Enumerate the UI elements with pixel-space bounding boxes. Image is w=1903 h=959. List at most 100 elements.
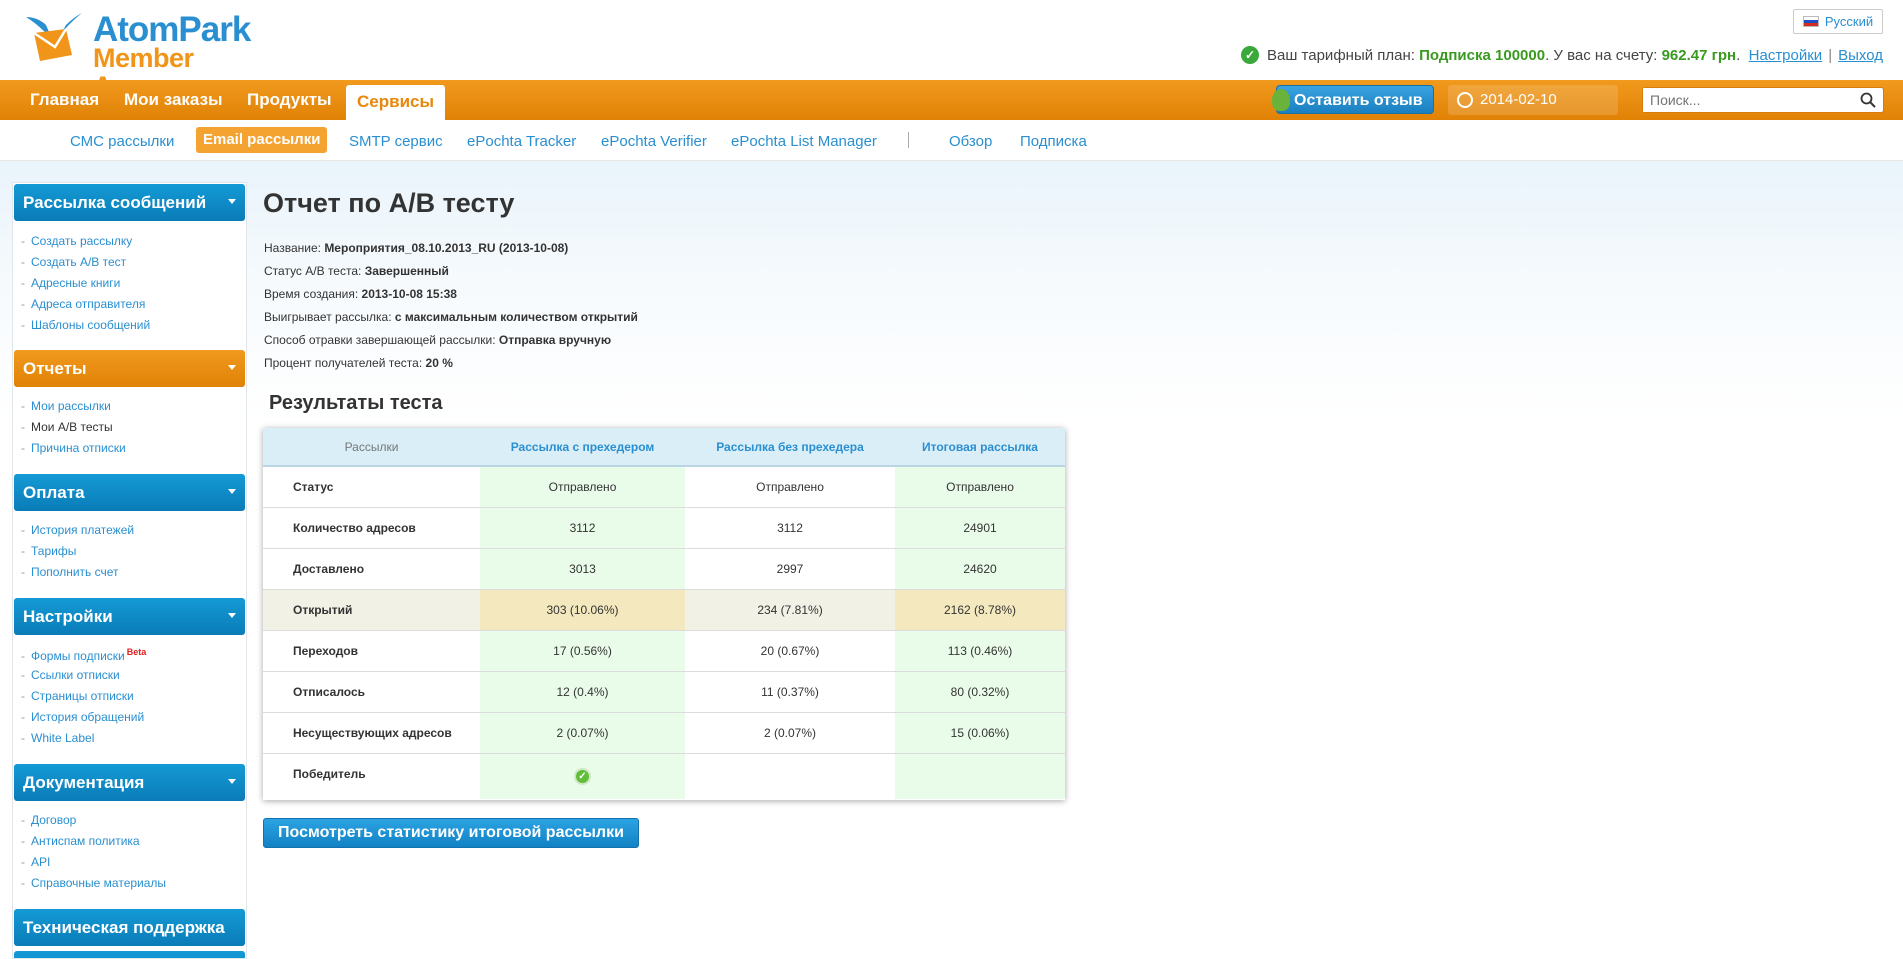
language-selector[interactable]: Русский: [1793, 9, 1883, 34]
table-cell: 303 (10.06%): [480, 589, 685, 631]
sidebar-section-payment[interactable]: Оплата: [14, 474, 245, 511]
sidebar-section-settings[interactable]: Настройки: [14, 598, 245, 635]
nav-item-home[interactable]: Главная: [30, 80, 99, 120]
subnav-email[interactable]: Email рассылки: [196, 127, 328, 153]
row-label: Доставлено: [263, 548, 480, 590]
results-table: Рассылки Рассылка с прехедером Рассылка …: [263, 428, 1065, 800]
sidebar-item-label: Тарифы: [31, 544, 77, 558]
table-cell: 3112: [480, 507, 685, 549]
sidebar-item-label: Мои рассылки: [31, 399, 111, 413]
sidebar-item-unsubscribe-links[interactable]: - Ссылки отписки: [21, 668, 120, 682]
table-row: Доставлено 3013 2997 24620: [263, 548, 1065, 590]
table-cell: 2162 (8.78%): [895, 589, 1065, 631]
chevron-down-icon: [228, 365, 236, 370]
russian-flag-icon: [1802, 16, 1819, 27]
col-header-with-preheader[interactable]: Рассылка с прехедером: [480, 428, 685, 467]
sidebar-item-label: Договор: [31, 813, 77, 827]
sidebar-item-label: API: [31, 855, 51, 869]
sidebar-item-my-mailings[interactable]: - Мои рассылки: [21, 399, 111, 413]
nav-item-services[interactable]: Сервисы: [346, 85, 445, 120]
sidebar-item-top-up[interactable]: - Пополнить счет: [21, 565, 119, 579]
page-title: Отчет по A/B тесту: [263, 188, 515, 218]
subnav-divider: [908, 132, 909, 148]
winner-checkmark-icon: ✓: [574, 767, 591, 785]
balance-prefix: . У вас на счету:: [1545, 46, 1658, 64]
sidebar-item-api[interactable]: - API: [21, 855, 50, 869]
sidebar-item-label: White Label: [31, 731, 95, 745]
col-header-without-preheader[interactable]: Рассылка без прехедера: [685, 428, 895, 467]
subnav-tracker[interactable]: ePochta Tracker: [467, 120, 576, 161]
table-cell: 15 (0.06%): [895, 712, 1065, 754]
sidebar-item-label: Причина отписки: [31, 441, 126, 455]
checkmark-icon: ✓: [1241, 46, 1259, 64]
sidebar-item-label: Пополнить счет: [31, 565, 119, 579]
sidebar-section-mailing[interactable]: Рассылка сообщений: [14, 184, 245, 221]
nav-item-products[interactable]: Продукты: [247, 80, 332, 120]
table-row-highlighted: Открытий 303 (10.06%) 234 (7.81%) 2162 (…: [263, 589, 1065, 631]
table-cell: Отправлено: [685, 466, 895, 508]
subnav-list-manager[interactable]: ePochta List Manager: [731, 120, 877, 161]
table-cell: 2 (0.07%): [480, 712, 685, 754]
sidebar-item-label: История платежей: [31, 523, 135, 537]
table-cell: 24901: [895, 507, 1065, 549]
sidebar-item-request-history[interactable]: - История обращений: [21, 710, 144, 724]
subnav-subscription[interactable]: Подписка: [1020, 120, 1087, 161]
sidebar-item-contract[interactable]: - Договор: [21, 813, 76, 827]
row-label: Количество адресов: [263, 507, 480, 549]
main-nav: Главная Мои заказы Продукты Сервисы Оста…: [0, 80, 1903, 138]
row-label: Статус: [263, 466, 480, 508]
subnav-sms[interactable]: СМС рассылки: [70, 120, 174, 161]
sidebar-item-address-books[interactable]: - Адресные книги: [21, 276, 120, 290]
search-icon[interactable]: [1860, 92, 1876, 108]
leave-review-button[interactable]: Оставить отзыв: [1272, 85, 1434, 114]
logout-link[interactable]: Выход: [1838, 47, 1883, 64]
sidebar-item-label: Адреса отправителя: [31, 297, 146, 311]
sidebar-section-support[interactable]: Техническая поддержка: [14, 909, 245, 946]
results-title: Результаты теста: [269, 392, 443, 414]
table-cell: 80 (0.32%): [895, 671, 1065, 713]
sidebar-item-create-mailing[interactable]: - Создать рассылку: [21, 234, 132, 248]
sidebar-section-documentation[interactable]: Документация: [14, 764, 245, 801]
table-cell: 234 (7.81%): [685, 589, 895, 631]
beta-badge: Beta: [126, 647, 147, 657]
info-test-percent: Процент получателей теста: 20 %: [264, 356, 453, 370]
table-row: Статус Отправлено Отправлено Отправлено: [263, 466, 1065, 508]
sidebar-item-unsubscribe-pages[interactable]: - Страницы отписки: [21, 689, 134, 703]
sidebar-item-tariffs[interactable]: - Тарифы: [21, 544, 76, 558]
sidebar-item-reference[interactable]: - Справочные материалы: [21, 876, 166, 890]
info-send-method: Способ отравки завершающей рассылки: Отп…: [264, 333, 612, 347]
subnav-overview[interactable]: Обзор: [949, 120, 992, 161]
table-row-winner: Победитель ✓: [263, 753, 1065, 799]
sidebar-item-subscribe-forms[interactable]: - Формы подписки Beta: [21, 647, 146, 663]
nav-item-orders[interactable]: Мои заказы: [124, 80, 223, 120]
logo[interactable]: AtomPark Member Area: [22, 9, 252, 100]
sidebar-section-title: Документация: [23, 773, 145, 792]
sidebar-item-antispam[interactable]: - Антиспам политика: [21, 834, 140, 848]
settings-link[interactable]: Настройки: [1749, 47, 1823, 64]
bird-envelope-logo-icon: [26, 13, 82, 61]
search-input[interactable]: [1643, 88, 1848, 112]
chevron-down-icon: [228, 199, 236, 204]
sidebar-item-payment-history[interactable]: - История платежей: [21, 523, 134, 537]
view-final-stats-button[interactable]: Посмотреть статистику итоговой рассылки: [263, 818, 639, 848]
sidebar-item-create-ab-test[interactable]: - Создать A/B тест: [21, 255, 126, 269]
sidebar-item-label: Шаблоны сообщений: [31, 318, 151, 332]
review-label: Оставить отзыв: [1294, 92, 1423, 109]
sidebar-section-next[interactable]: [14, 951, 245, 958]
table-cell: [895, 753, 1065, 799]
table-cell: 2997: [685, 548, 895, 590]
sidebar-item-white-label[interactable]: - White Label: [21, 731, 94, 745]
sidebar-item-unsubscribe-reason[interactable]: - Причина отписки: [21, 441, 126, 455]
sidebar-item-my-ab-tests[interactable]: - Мои A/B тесты: [21, 420, 113, 434]
subnav-smtp[interactable]: SMTP сервис: [349, 120, 443, 161]
winner-cell: ✓: [480, 753, 685, 799]
sidebar-section-reports[interactable]: Отчеты: [14, 350, 245, 387]
sidebar-item-templates[interactable]: - Шаблоны сообщений: [21, 318, 150, 332]
subnav-verifier[interactable]: ePochta Verifier: [601, 120, 707, 161]
sidebar-item-label: Формы подписки: [31, 649, 125, 663]
table-cell: 2 (0.07%): [685, 712, 895, 754]
sidebar-item-label: Создать A/B тест: [31, 255, 127, 269]
col-header-final[interactable]: Итоговая рассылка: [895, 428, 1065, 467]
sidebar-item-sender-addresses[interactable]: - Адреса отправителя: [21, 297, 145, 311]
info-name: Название: Мероприятия_08.10.2013_RU (201…: [264, 241, 569, 255]
